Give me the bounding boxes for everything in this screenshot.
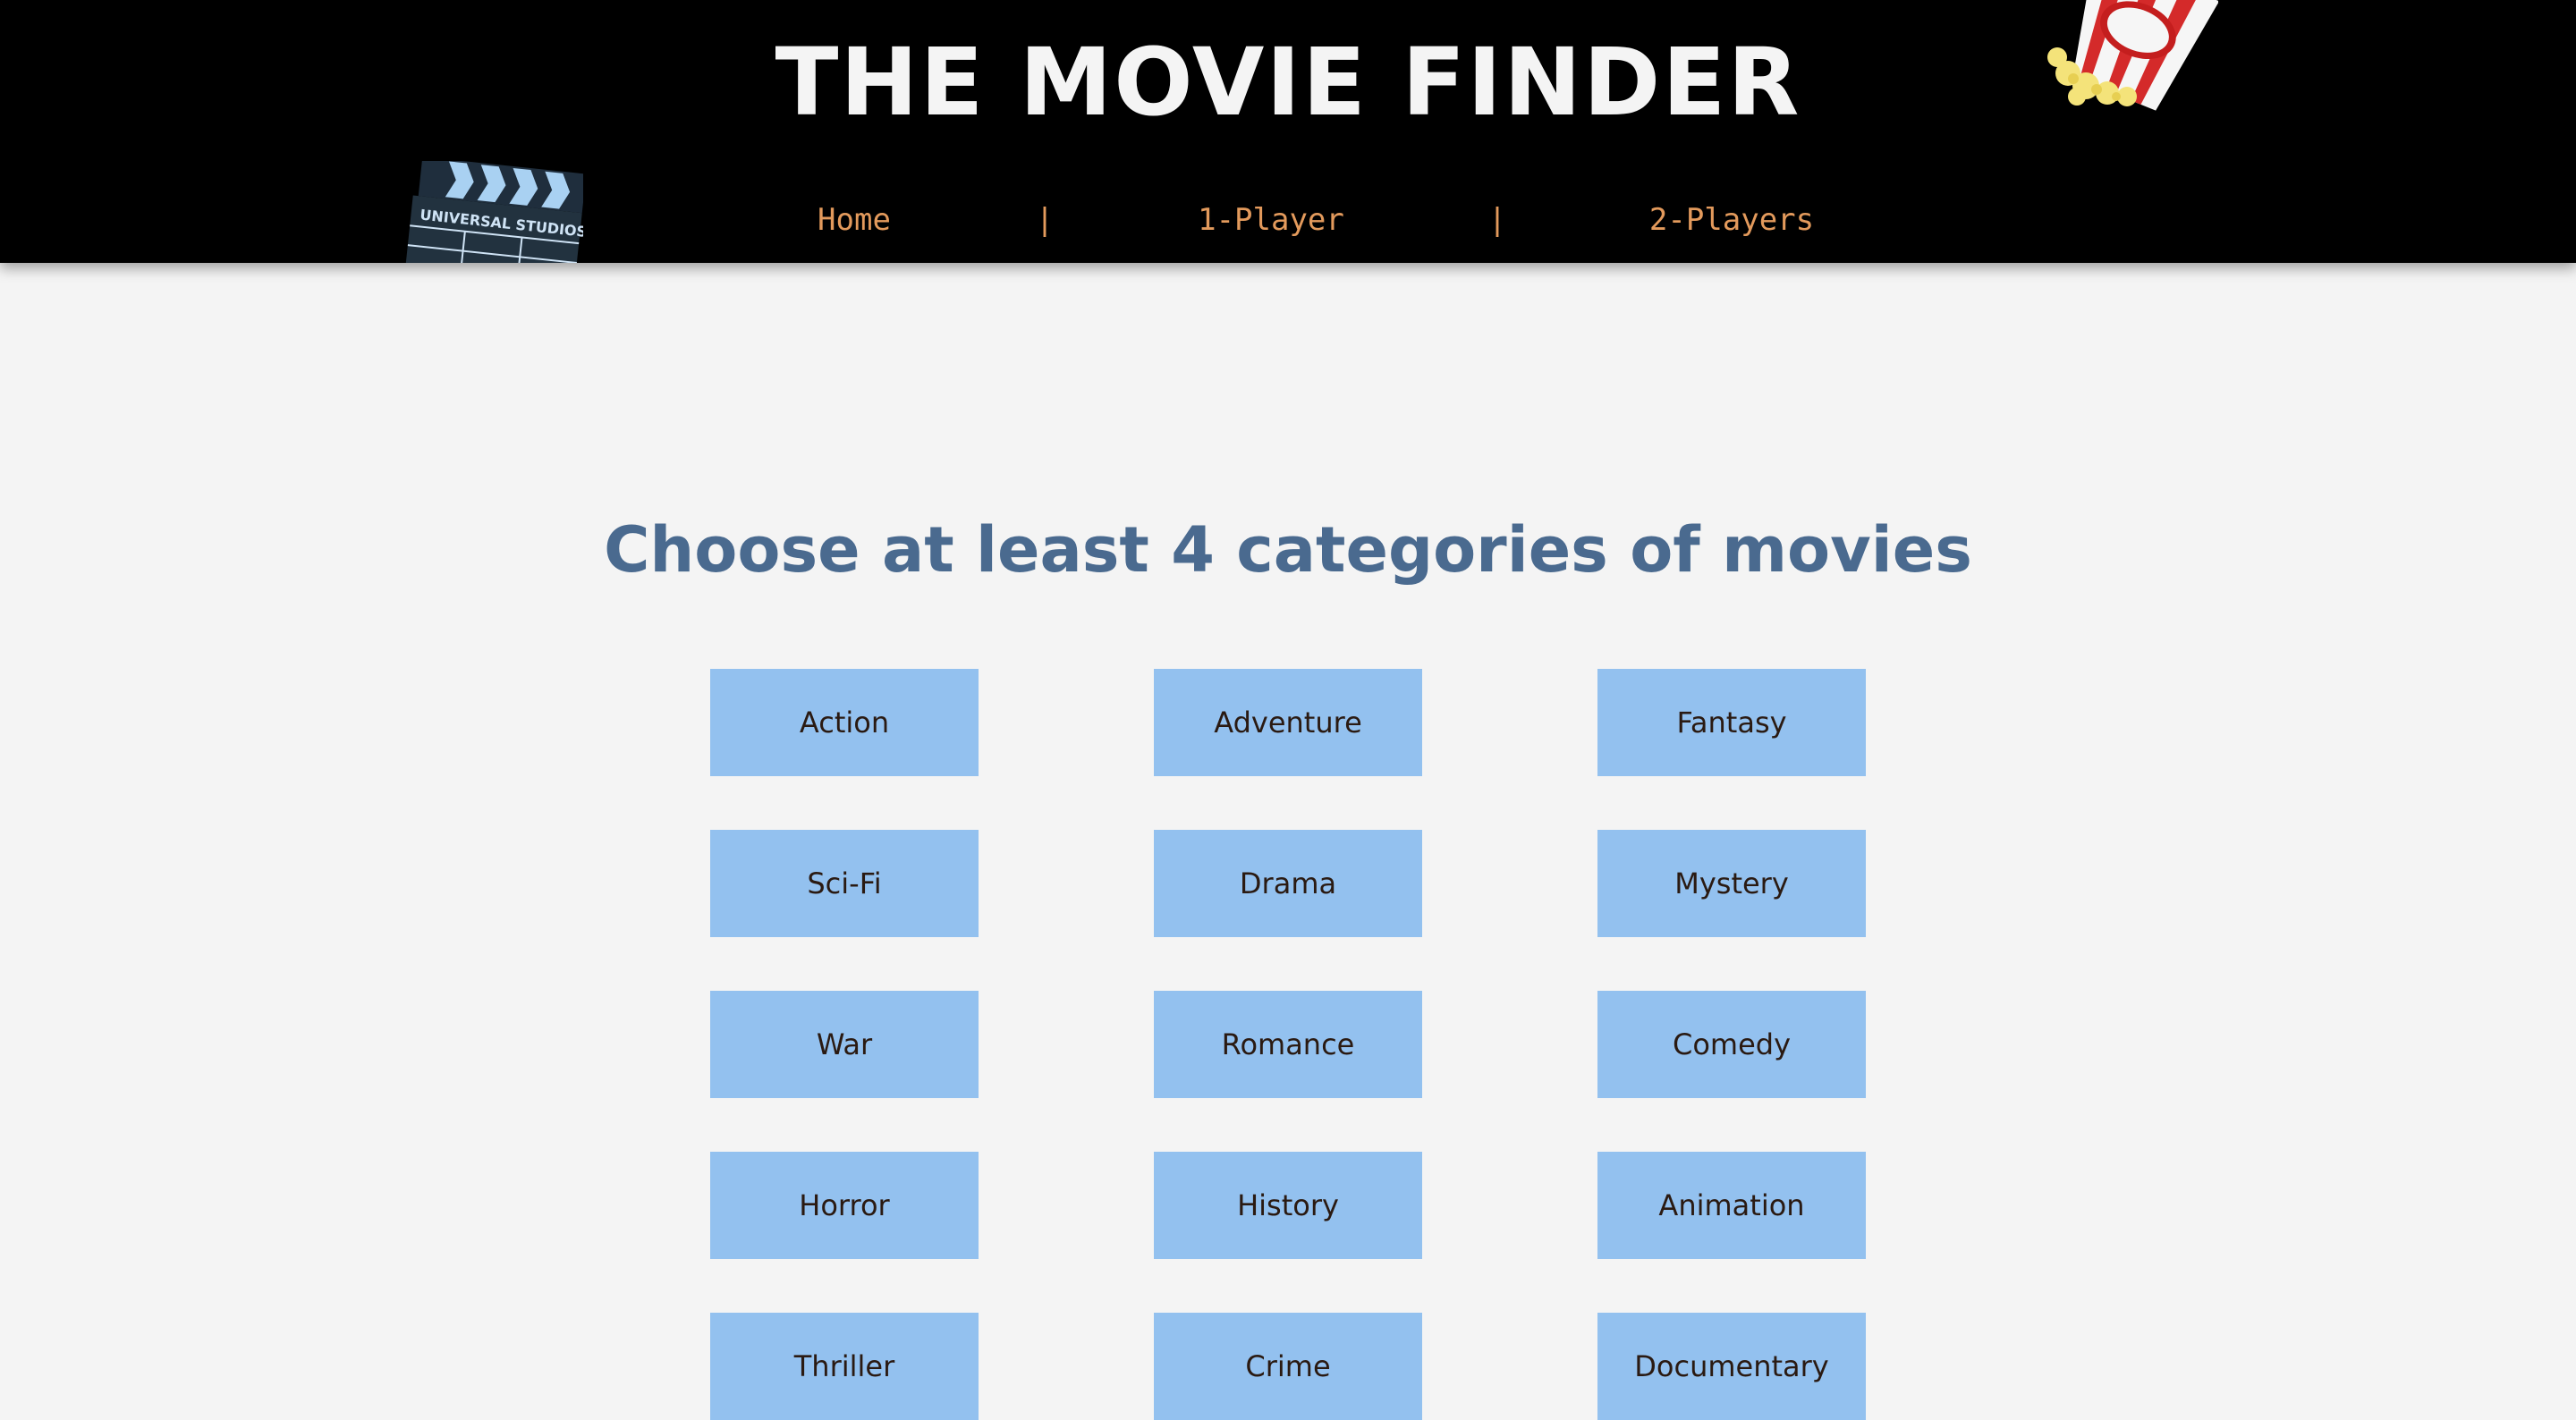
category-button-mystery[interactable]: Mystery [1597,830,1866,937]
category-button-thriller[interactable]: Thriller [710,1313,979,1420]
category-button-romance[interactable]: Romance [1154,991,1422,1098]
category-grid: Action Adventure Fantasy Sci-Fi Drama My… [0,0,2576,1420]
category-button-horror[interactable]: Horror [710,1152,979,1259]
category-button-fantasy[interactable]: Fantasy [1597,669,1866,776]
category-button-drama[interactable]: Drama [1154,830,1422,937]
category-button-action[interactable]: Action [710,669,979,776]
category-button-crime[interactable]: Crime [1154,1313,1422,1420]
category-button-documentary[interactable]: Documentary [1597,1313,1866,1420]
category-button-comedy[interactable]: Comedy [1597,991,1866,1098]
category-button-history[interactable]: History [1154,1152,1422,1259]
category-button-war[interactable]: War [710,991,979,1098]
category-button-sci-fi[interactable]: Sci-Fi [710,830,979,937]
category-button-adventure[interactable]: Adventure [1154,669,1422,776]
category-button-animation[interactable]: Animation [1597,1152,1866,1259]
